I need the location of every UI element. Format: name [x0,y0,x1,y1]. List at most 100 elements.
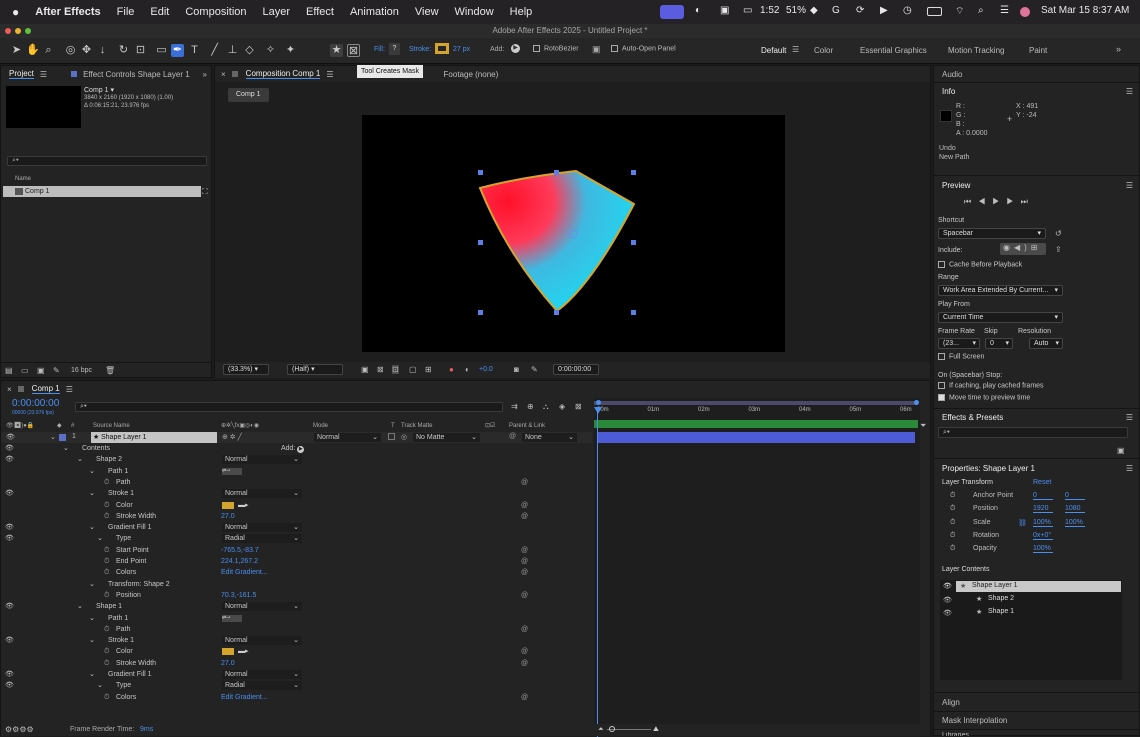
bbox-handle[interactable] [554,170,559,175]
time-ruler[interactable]: 00m 01m 02m 03m 04m 05m 06m [594,407,918,420]
skip-select[interactable]: 0 ▾ [985,338,1013,349]
info-panel-title[interactable]: Info [942,87,955,96]
siri-icon[interactable] [1020,7,1030,17]
next-frame-icon[interactable]: ▶ [1006,197,1020,206]
stopwatch-icon[interactable]: ⏱ [104,567,109,578]
path-direction-toggle[interactable]: ⇄⇀ [222,467,242,475]
property-row[interactable]: ⏱Color▬▸@| [1,500,599,511]
property-dropdown[interactable]: Normal ⌄ [222,670,302,679]
anchor-tool-icon[interactable]: ⊡ [134,44,147,57]
expression-pickwhip-icon[interactable]: @ [521,624,528,635]
property-row[interactable]: ⏱Stroke Width27.0@| [1,658,599,669]
shape-path[interactable] [478,169,636,313]
play-circle-icon[interactable]: ▶ [880,5,888,16]
screen-record-icon[interactable] [660,5,684,19]
work-area-end-handle[interactable] [914,400,919,405]
stopwatch-icon[interactable]: ⏱ [104,545,109,556]
roto-brush-tool-icon[interactable]: ✧ [264,44,277,57]
project-search-input[interactable]: ⌕▾ [7,156,207,166]
move-time-checkbox[interactable]: Move time to preview time [938,394,1030,401]
menu-file[interactable]: File [117,6,135,18]
bbox-handle[interactable] [478,240,483,245]
label-color-swatch[interactable] [59,434,66,441]
transform-value-2[interactable]: 1080 [1065,505,1085,514]
grid-icon[interactable]: ⊞ [425,365,432,374]
workspace-color[interactable]: Color [814,46,833,55]
effects-search-input[interactable]: ⌕▾ [938,427,1128,438]
property-dropdown[interactable]: Normal ⌄ [222,602,302,612]
export-icon[interactable]: ⇪ [1055,245,1062,254]
fill-label[interactable]: Fill: [374,46,385,53]
layer-duration-bar[interactable] [597,432,915,443]
puppet-tool-icon[interactable]: ✦ [284,44,297,57]
layer-name-field[interactable]: ★ Shape Layer 1 [91,432,217,443]
tool-creates-mask-icon[interactable]: ⊠ [347,44,360,57]
expression-pickwhip-icon[interactable]: @ [521,590,528,601]
visibility-eye-icon[interactable]: 👁 [943,609,952,617]
pen-tool-icon[interactable]: ✒ [171,44,184,57]
twirl-down-icon[interactable]: ⌄ [89,613,95,624]
property-value[interactable]: -765.5,-83.7 [221,545,259,556]
contents-item-shape2[interactable]: Shape 2 [988,595,1014,602]
property-row[interactable]: ⏱Position70.3,-161.5@| [1,590,599,601]
preview-panel-title[interactable]: Preview [942,181,970,190]
work-area-bar[interactable] [594,401,918,405]
property-dropdown[interactable]: Normal ⌄ [222,636,302,646]
shape-layer-canvas[interactable] [362,115,785,352]
orbit-tool-icon[interactable]: ◎ [64,44,77,57]
contents-item-shape1[interactable]: Shape 1 [988,608,1014,615]
menu-window[interactable]: Window [455,6,494,18]
parent-dropdown[interactable]: None ⌄ [522,433,577,442]
align-panel-title[interactable]: Align [942,698,960,707]
label-header-icon[interactable]: ◆ [57,421,62,431]
rotobezier-checkbox[interactable]: RotoBezier [533,45,579,52]
close-tab-icon[interactable]: × [221,70,226,79]
transform-value-2[interactable]: 100% [1065,519,1085,527]
expression-pickwhip-icon[interactable]: @ [521,556,528,567]
stopwatch-icon[interactable]: ⏱ [104,658,109,669]
transform-value-1[interactable]: 100% [1033,545,1053,554]
reset-shortcut-icon[interactable]: ↺ [1055,229,1062,238]
property-row[interactable]: 👁 ⌄ Stroke 1 Normal ⌄ [1,635,592,646]
more-workspaces-icon[interactable]: » [1116,44,1121,54]
bbox-handle[interactable] [478,310,483,315]
expression-pickwhip-icon[interactable]: @ [521,658,528,669]
visibility-eye-icon[interactable]: 👁 [943,596,952,604]
twirl-down-icon[interactable]: ⌄ [63,443,69,454]
zoom-tool-icon[interactable]: ⌕ [42,44,55,57]
source-name-header[interactable]: Source Name [93,421,130,431]
twirl-down-icon[interactable]: ⌄ [89,522,95,533]
clock-icon[interactable]: ◷ [903,5,912,16]
property-row[interactable]: ⏱ColorsEdit Gradient...@| [1,692,599,703]
stopwatch-icon[interactable]: ⏱ [104,590,109,601]
workspace-menu-icon[interactable]: ☰ [792,45,799,54]
stroke-width[interactable]: 27 px [453,46,470,53]
switches-header[interactable]: ⊕✲╲fx▣◎◐◉ [221,421,259,431]
workspace-essential-graphics[interactable]: Essential Graphics [860,46,927,55]
bbox-handle[interactable] [554,310,559,315]
bbox-handle[interactable] [631,240,636,245]
last-frame-icon[interactable]: ⏭ [1021,197,1035,206]
av-features-header[interactable]: 👁◀)●🔒 [6,421,34,431]
libraries-panel-title[interactable]: Libraries [942,732,969,736]
twirl-down-icon[interactable]: ⌄ [89,466,95,477]
interpret-footage-icon[interactable]: ▤ [5,366,13,375]
stopwatch-icon[interactable]: ⏱ [950,505,955,513]
property-value[interactable]: Edit Gradient... [221,692,268,703]
stroke-swatch[interactable] [435,43,449,54]
property-row[interactable]: ⏱Path@| [1,477,599,488]
graph-editor-icon[interactable]: ⊠ [575,402,582,411]
property-row[interactable]: ⏱Color▬▸@| [1,646,599,657]
effects-menu-icon[interactable]: ☰ [1126,413,1133,422]
property-value[interactable]: 224.1,267.2 [221,556,258,567]
mode-header[interactable]: Mode [313,421,328,431]
transform-value-1[interactable]: 0 [1033,492,1053,500]
timeline-lock-icon[interactable] [17,386,24,392]
property-dropdown[interactable]: Radial ⌄ [222,534,302,544]
rotation-tool-icon[interactable]: ↻ [117,44,130,57]
panel-overflow-icon[interactable]: » [203,70,207,79]
new-preset-icon[interactable]: ▣ [1117,446,1125,455]
property-row[interactable]: 👁 ⌄ Gradient Fill 1 Normal ⌄ [1,522,592,533]
comp-mini-flowchart-icon[interactable]: ⇉ [511,402,518,411]
bbox-handle[interactable] [631,310,636,315]
